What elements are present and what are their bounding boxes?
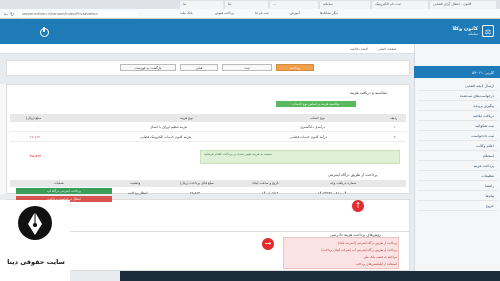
breadcrumb-home[interactable]: صفحه اصلی — [378, 47, 397, 51]
bookmark-0[interactable]: بانک ملت — [180, 11, 193, 17]
sidebar-item-10[interactable]: راهنما — [418, 182, 498, 191]
bookmark-2[interactable]: ثبت نام ثنا — [255, 11, 269, 17]
row2-amount: ۲۸,۸۶۳ — [30, 135, 40, 139]
arrow-right-icon: → — [262, 238, 274, 250]
total-amount: ۲۸,۸۶۳ — [30, 154, 42, 158]
scales-icon: ⚖ — [482, 25, 494, 37]
browser-tab-0[interactable]: قانون - انتقال آرای قضایی — [430, 1, 496, 9]
online-pay-button[interactable]: پرداخت اینترنتی درگاه آپ — [16, 188, 112, 194]
sidebar-item-11[interactable]: پیام‌ها — [418, 192, 498, 201]
reload-icon[interactable]: ↻ — [10, 12, 14, 18]
created-date: ۱۴۰۰/۰۹/۱۳ — [262, 191, 279, 195]
online-panel-title: پرداخت از طریق درگاه اینترنتی — [328, 172, 378, 177]
row1-type: هزینه تنظیم اوراق با اعمال — [150, 125, 187, 129]
table-row — [10, 122, 406, 132]
row1-num: ۱ — [394, 125, 396, 129]
sidebar-item-0[interactable]: ارسال لایحه قضایی — [418, 82, 498, 91]
pen-nib-logo-icon — [18, 206, 52, 240]
col-num: ردیف — [390, 116, 398, 120]
col-actions: عملیات — [54, 181, 65, 185]
sidebar-item-8[interactable]: پرداخت هزینه — [418, 162, 498, 171]
payment-note: نسبت به هزینه تعیین شده در پرداخت اقدام … — [200, 150, 400, 164]
submit-button[interactable]: ثبت — [222, 64, 272, 71]
payment-table-header — [10, 114, 406, 122]
sidebar-item-6[interactable]: اعلام وکالت — [418, 142, 498, 151]
payment-panel-title: محاسبه و دریافت هزینه — [350, 90, 388, 95]
table-row — [10, 132, 406, 142]
user-box: کاربر: ۵۴۰۶۱ — [414, 66, 500, 78]
browser-tab-2[interactable]: سامانه — [320, 1, 370, 9]
browser-tab-3[interactable]: ... — [270, 1, 318, 9]
col-account: نوع حساب — [310, 116, 325, 120]
browser-tab-4[interactable]: ثنا — [225, 1, 268, 9]
sidebar-item-4[interactable]: ثبت شکوائیه — [418, 122, 498, 131]
row1-account: درآمدی دادگستری — [300, 125, 325, 129]
back-to-list-button[interactable]: بازگشت به فهرست — [120, 64, 176, 71]
method-line-1: پرداخت از طریق درگاه اینترنتی آپ (شرکت آ… — [321, 248, 397, 252]
sidebar-item-5[interactable]: ثبت دادخواست — [418, 132, 498, 141]
col-type: نوع هزینه — [180, 116, 193, 120]
watermark-text: سایت حقوقی دینا — [7, 258, 65, 266]
arrow-up-icon: ↑ — [352, 200, 364, 212]
power-icon[interactable] — [40, 27, 49, 37]
browser-tab-5[interactable]: ثنا — [180, 1, 223, 9]
browser-tab-1[interactable]: ثبت نام الکترونیک — [372, 1, 428, 9]
sidebar-item-12[interactable]: خروج — [418, 202, 498, 211]
row2-type: هزینه کانون خدمات الکترونیک قضایی — [140, 135, 191, 139]
row1-amount: ۰ — [38, 125, 40, 129]
bookmark-1[interactable]: پرداخت قبوض — [215, 11, 234, 17]
col-date: تاریخ و ساعت ایجاد — [252, 181, 279, 185]
receipt-number: ۱۴۰۳۳۲۷۲۰۰۸۱۰۰۰۴ — [318, 191, 347, 195]
method-line-0: پرداخت از طریق درگاه اینترنتی (اینترنت ب… — [337, 241, 397, 245]
col-status: وضعیت — [130, 181, 141, 185]
sidebar-item-9[interactable]: تنظیمات — [418, 172, 498, 181]
payable-amount: ۲۸,۸۶۳ — [190, 191, 200, 195]
row2-num: ۲ — [394, 135, 396, 139]
bookmark-3[interactable]: آموزش — [290, 11, 300, 17]
calc-tag: محاسبه هزینه بر اساس نوع خدمات — [276, 101, 356, 107]
sidebar-item-3[interactable]: دریافت ابلاغیه — [418, 112, 498, 121]
col-receipt: شماره دریافت وجه — [330, 181, 357, 185]
brand-subtitle: سامانه — [468, 32, 478, 36]
col-amount: مبلغ (ریال) — [26, 116, 42, 120]
row2-account: درآمد کانون خدمات قضایی — [290, 135, 327, 139]
sidebar-item-7[interactable]: استعلام — [418, 152, 498, 161]
brand: کانون وکلا سامانه — [418, 26, 478, 38]
taskbar — [120, 271, 500, 281]
url-input[interactable]: lawyer.adliran.ir/kanoon/Index/Privatiza… — [18, 11, 138, 17]
col-payable: مبلغ قابل پرداخت (ریال) — [180, 181, 214, 185]
bookmark-4[interactable]: دیگر نشانک‌ها — [320, 11, 338, 17]
method-line-2: مراجعه به شعب بانک ملی — [363, 255, 397, 259]
method-line-3: استفاده از اپلیکیشن‌های پرداخت — [355, 262, 397, 266]
prev-button[interactable]: قبلی — [180, 64, 218, 71]
breadcrumb-current: لایحه دفاعیه — [350, 47, 369, 51]
payment-status: انتظار پرداخت — [128, 191, 148, 195]
sidebar-item-1[interactable]: درخواست‌های ثبت‌شده — [418, 92, 498, 101]
sidebar-item-2[interactable]: پیگیری پرونده — [418, 102, 498, 111]
pay-button[interactable]: پرداخت — [276, 64, 314, 71]
back-icon[interactable]: ← — [4, 12, 8, 18]
